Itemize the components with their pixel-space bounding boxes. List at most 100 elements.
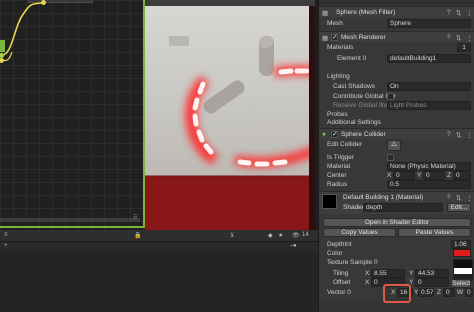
component-title: Sphere (Mesh Filter) [336,9,396,16]
star-icon[interactable]: ★ [278,232,283,239]
graph-port[interactable] [41,0,46,5]
scene-render [145,36,315,177]
mesh-renderer-header[interactable]: ▦ Mesh Renderer ? ⇅ ⋮ [319,31,474,42]
layer-count: 14 [302,232,309,238]
presets-icon[interactable]: ⇅ [456,34,461,42]
physic-material-value: None (Physic Material) [390,163,456,170]
vector-w-value: 0 [467,289,471,296]
texture-label: Texture Sample 0 [327,259,378,266]
more-icon[interactable]: ⋮ [466,9,473,17]
tiling-x-label: X [365,270,370,277]
mesh-renderer-enabled-checkbox[interactable] [331,33,338,41]
element0-field[interactable]: defaultBuilding1 [387,54,471,63]
additional-settings-row[interactable]: Additional Settings [319,117,474,128]
mesh-field[interactable]: Sphere [387,19,471,28]
vector-z-field[interactable]: 0 [443,288,455,297]
lighting-label: Lighting [327,73,350,80]
graph-horizontal-scrollbar[interactable] [0,218,140,222]
vector0-label: Vector 0 [327,289,351,296]
sphere-collider-header[interactable]: ● Sphere Collider ? ⇅ ⋮ [319,128,474,139]
material-header[interactable]: Default Building 1 (Material) Shader dep… [319,191,474,214]
center-z-label: Z [447,172,451,179]
shader-graph-canvas[interactable]: ⠿ [0,0,145,230]
scene-view[interactable] [145,0,315,230]
material-preview [322,194,337,209]
vector-y-value: 0.57 [421,289,434,296]
more-icon[interactable]: ⋮ [466,131,473,139]
vector-w-field[interactable]: 0 [465,288,473,297]
mesh-label: Mesh [327,20,343,27]
vector-y-field[interactable]: 0.57 [418,288,434,297]
vector-z-value: 0 [446,289,450,296]
collider-icon: ● [322,131,326,138]
material-title: Default Building 1 (Material) [343,194,424,201]
tiling-y-value: 44.53 [418,270,435,277]
offset-x-value: 0 [374,279,378,286]
edit-collider-button[interactable]: ⧊ [387,140,401,151]
center-x-value: 0 [396,172,400,179]
open-in-shader-editor-button[interactable]: Open in Shader Editor [323,218,471,227]
tag-icon[interactable]: ◆ [268,232,273,239]
sphere-collider-enabled-checkbox[interactable] [331,130,338,138]
radius-field[interactable]: 0.5 [387,180,471,189]
help-icon[interactable]: ? [447,131,451,138]
tiling-y-label: Y [409,270,414,277]
depthint-value: 1.06 [454,241,467,248]
is-trigger-checkbox[interactable] [387,154,394,161]
element0-value: defaultBuilding1 [390,55,437,62]
materials-count-field[interactable]: 1 [457,43,471,52]
shader-edit-button[interactable]: Edit... [447,203,471,212]
paste-values-button[interactable]: Paste Values [398,228,471,237]
help-icon[interactable]: ? [447,9,451,16]
help-icon[interactable]: ? [447,34,451,41]
radius-label: Radius [327,181,348,188]
color-swatch[interactable] [453,249,471,257]
center-y-value: 0 [426,172,430,179]
edit-collider-label: Edit Collider [327,141,363,148]
edit-collider-row: Edit Collider ⧊ [319,139,474,153]
paste-values-label: Paste Values [415,229,454,236]
cast-shadows-dropdown[interactable]: On [387,82,471,91]
center-y-label: Y [417,172,422,179]
annotation-highlight-box [383,284,411,303]
graph-node-edge [0,40,5,52]
component-title: Sphere Collider [341,131,386,138]
mesh-renderer-icon: ▦ [322,35,329,42]
presets-icon[interactable]: ⇅ [456,9,461,17]
mesh-filter-header[interactable]: ▦ Sphere (Mesh Filter) ? ⇅ ⋮ [319,6,474,17]
console-panel: ≡ 🔒 ⊻ ◆ ★ 👁 14 + ⎯● [0,230,318,312]
materials-count: 1 [462,44,466,51]
materials-label: Materials [327,44,354,51]
cast-shadows-value: On [390,83,399,90]
center-x-label: X [387,172,392,179]
shader-label: Shader [343,204,364,211]
shader-dropdown[interactable]: depth [363,203,443,212]
offset-y-value: 0 [418,279,422,286]
inspector-top-strip [319,0,474,5]
visibility-icon[interactable]: 👁 [292,232,300,239]
presets-icon[interactable]: ⇅ [456,131,461,139]
lock-icon[interactable]: 🔒 [134,232,141,239]
slider-icon[interactable]: ⎯● [290,243,297,250]
vector-z-label: Z [437,289,441,296]
offset-y-field[interactable]: 0 [415,278,449,287]
add-icon[interactable]: + [4,243,8,249]
open-in-shader-editor-label: Open in Shader Editor [364,219,430,226]
element0-row: Element 0 defaultBuilding1 [319,53,474,64]
presets-icon[interactable]: ⇅ [456,194,461,202]
filter-icon[interactable]: ⊻ [230,232,234,239]
resize-handle-icon[interactable]: ⠿ [133,214,137,221]
shader-edit-label: Edit... [450,204,468,211]
scene-edge-bar [309,6,315,230]
contribute-gi-checkbox[interactable] [387,93,394,100]
more-icon[interactable]: ⋮ [466,34,473,42]
bottom-subtoolbar: + ⎯● [0,242,318,252]
vector-w-label: W [457,289,464,296]
texture-select-label: Select [452,280,471,287]
receive-gi-value: Light Probes [390,102,427,109]
more-icon[interactable]: ⋮ [466,194,473,202]
materials-row[interactable]: Materials 1 [319,42,474,53]
copy-values-button[interactable]: Copy Values [323,228,396,237]
menu-icon[interactable]: ≡ [4,232,8,238]
help-icon[interactable]: ? [447,194,451,201]
